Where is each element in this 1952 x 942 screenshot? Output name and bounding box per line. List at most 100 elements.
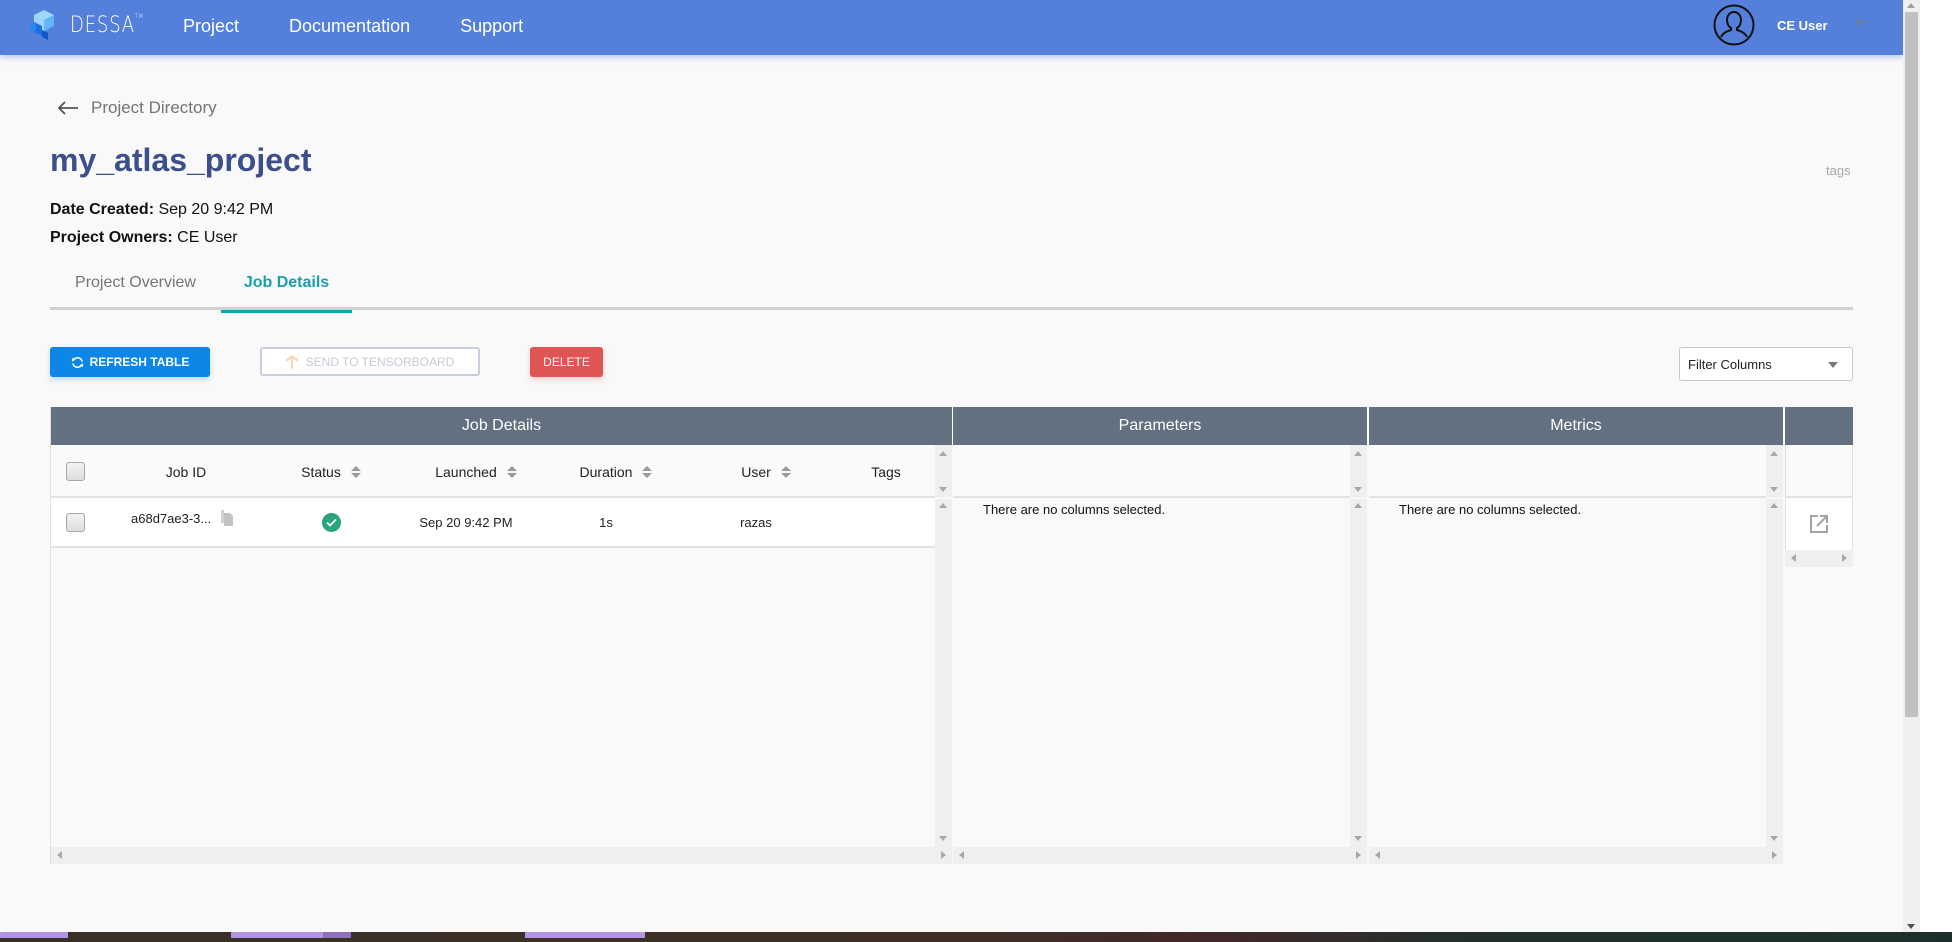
scrollbar-divider: [1350, 497, 1367, 499]
taskbar-item[interactable]: [323, 932, 351, 938]
scroll-up-icon[interactable]: [1770, 503, 1778, 508]
open-in-new-icon[interactable]: [1810, 515, 1828, 533]
tags-cell: [841, 498, 931, 546]
page-scrollbar[interactable]: [1903, 0, 1920, 932]
tab-project-overview[interactable]: Project Overview: [50, 268, 221, 310]
horizontal-scrollbar[interactable]: [953, 847, 1367, 864]
trademark-mark: TM: [134, 12, 144, 20]
horizontal-scrollbar[interactable]: [1785, 550, 1853, 567]
filter-columns-select[interactable]: Filter Columns: [1679, 347, 1853, 381]
metrics-panel: Metrics There are no columns selected.: [1369, 407, 1783, 864]
column-header-user[interactable]: User: [691, 445, 841, 498]
parameters-empty-message: There are no columns selected.: [983, 502, 1166, 517]
sort-icon[interactable]: [506, 465, 517, 478]
scroll-down-icon[interactable]: [1354, 836, 1362, 841]
vertical-scrollbar[interactable]: [1350, 445, 1367, 847]
scroll-right-icon[interactable]: [1356, 851, 1361, 859]
checkbox[interactable]: [65, 462, 85, 481]
taskbar-item[interactable]: [525, 932, 645, 938]
metrics-empty-message: There are no columns selected.: [1399, 502, 1582, 517]
vertical-scrollbar[interactable]: [1766, 445, 1783, 847]
parameters-panel-title: Parameters: [953, 407, 1367, 445]
date-created: Date Created: Sep 20 9:42 PM: [50, 201, 273, 219]
user-menu[interactable]: CE User: [1713, 4, 1866, 46]
scroll-up-icon[interactable]: [1354, 503, 1362, 508]
scroll-down-icon[interactable]: [1907, 924, 1915, 929]
scroll-down-icon[interactable]: [1770, 487, 1778, 492]
user-name: CE User: [1777, 17, 1828, 33]
vertical-scrollbar[interactable]: [935, 445, 952, 847]
scroll-up-icon[interactable]: [1770, 451, 1778, 456]
row-actions-panel-header: [1785, 407, 1853, 445]
project-owners-label: Project Owners:: [50, 229, 173, 246]
column-label: Duration: [579, 463, 633, 480]
send-to-tensorboard-button[interactable]: SEND TO TENSORBOARD: [260, 347, 480, 376]
scroll-left-icon[interactable]: [57, 851, 62, 859]
metrics-header-row: [1369, 445, 1766, 498]
metrics-panel-title: Metrics: [1369, 407, 1783, 445]
job-table-header-row: Job ID Status Launched Duration User Tag…: [51, 445, 935, 498]
send-to-tensorboard-label: SEND TO TENSORBOARD: [305, 354, 455, 369]
delete-button[interactable]: DELETE: [530, 347, 603, 377]
copy-icon[interactable]: [221, 510, 234, 526]
back-label: Project Directory: [91, 98, 217, 117]
main-nav: Project Documentation Support: [183, 0, 523, 52]
scroll-right-icon[interactable]: [1772, 851, 1777, 859]
sort-icon[interactable]: [780, 465, 791, 478]
tags-link[interactable]: tags: [1826, 163, 1851, 178]
refresh-table-button[interactable]: REFRESH TABLE: [50, 347, 210, 377]
scroll-right-icon[interactable]: [1842, 554, 1847, 562]
horizontal-scrollbar[interactable]: [51, 847, 952, 864]
date-created-label: Date Created:: [50, 201, 155, 218]
select-all-checkbox[interactable]: [65, 445, 85, 498]
filter-columns-placeholder: Filter Columns: [1688, 356, 1772, 372]
scroll-up-icon[interactable]: [939, 451, 947, 456]
browser-window: DESSATM Project Documentation Support CE…: [0, 0, 1920, 932]
sort-icon[interactable]: [642, 465, 653, 478]
column-header-status[interactable]: Status: [271, 445, 391, 498]
arrow-left-icon: [57, 101, 78, 115]
scroll-right-icon[interactable]: [941, 851, 946, 859]
checkbox[interactable]: [65, 512, 85, 532]
scroll-left-icon[interactable]: [1791, 554, 1796, 562]
taskbar-item[interactable]: [0, 932, 68, 938]
column-label: Tags: [871, 463, 901, 480]
scroll-down-icon[interactable]: [1770, 836, 1778, 841]
table-row[interactable]: a68d7ae3-3... Sep 20 9:42 PM 1s razas: [51, 498, 935, 548]
page: DESSATM Project Documentation Support CE…: [0, 0, 1903, 932]
scrollbar-thumb[interactable]: [1905, 12, 1918, 717]
date-created-value: Sep 20 9:42 PM: [158, 201, 274, 218]
row-actions-panel: [1785, 407, 1853, 567]
taskbar-item[interactable]: [231, 932, 323, 938]
scroll-left-icon[interactable]: [1375, 851, 1380, 859]
top-navbar: DESSATM Project Documentation Support CE…: [0, 0, 1903, 55]
back-to-project-directory[interactable]: Project Directory: [57, 98, 217, 118]
column-label: Launched: [435, 463, 497, 480]
status-success-icon: [321, 512, 341, 532]
horizontal-scrollbar[interactable]: [1369, 847, 1783, 864]
column-header-duration[interactable]: Duration: [541, 445, 691, 498]
nav-support[interactable]: Support: [460, 16, 523, 37]
scroll-left-icon[interactable]: [959, 851, 964, 859]
row-actions-header-row: [1785, 445, 1853, 498]
refresh-table-label: REFRESH TABLE: [89, 355, 190, 369]
scroll-down-icon[interactable]: [939, 487, 947, 492]
scroll-down-icon[interactable]: [939, 836, 947, 841]
nav-documentation[interactable]: Documentation: [289, 16, 410, 37]
column-header-tags: Tags: [841, 445, 931, 498]
dessa-logo[interactable]: DESSATM: [28, 8, 160, 42]
scroll-up-icon[interactable]: [1354, 451, 1362, 456]
job-details-panel: Job Details Job ID Status Launched Durat…: [50, 407, 952, 864]
scroll-up-icon[interactable]: [939, 503, 947, 508]
sort-icon[interactable]: [350, 465, 361, 478]
column-header-launched[interactable]: Launched: [391, 445, 561, 498]
nav-project[interactable]: Project: [183, 16, 239, 37]
logo-cube-icon: [30, 10, 54, 40]
user-cell: razas: [740, 514, 772, 530]
chevron-down-icon[interactable]: [1853, 20, 1866, 26]
tab-job-details[interactable]: Job Details: [221, 268, 352, 313]
scroll-up-icon[interactable]: [1907, 3, 1915, 8]
project-tabs: Project Overview Job Details: [50, 268, 1853, 313]
scroll-down-icon[interactable]: [1354, 487, 1362, 492]
row-select-checkbox[interactable]: [65, 498, 85, 546]
